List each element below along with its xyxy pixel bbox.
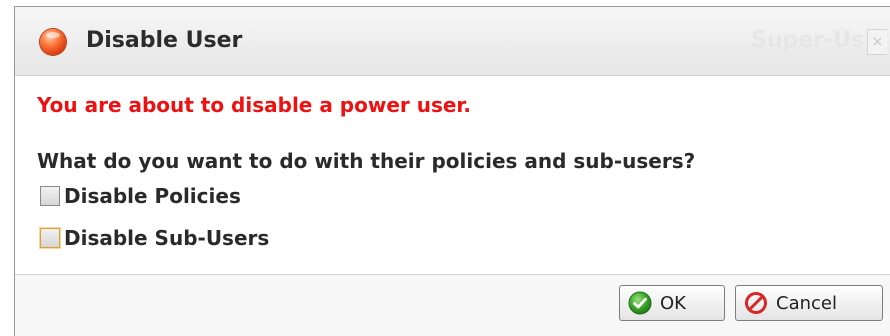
dialog-title-bar[interactable]: Disable User Super-Us × <box>15 7 890 76</box>
disable-policies-label[interactable]: Disable Policies <box>64 183 241 209</box>
question-text: What do you want to do with their polici… <box>37 149 696 173</box>
no-entry-icon <box>745 292 767 314</box>
background-window-title: Super-Us <box>751 28 865 53</box>
check-circle-icon <box>628 291 652 315</box>
disable-user-dialog: Disable User Super-Us × You are about to… <box>14 6 890 336</box>
close-button[interactable]: × <box>867 29 887 55</box>
disable-policies-checkbox[interactable] <box>40 186 60 206</box>
record-icon <box>40 29 66 55</box>
disable-sub-users-label[interactable]: Disable Sub-Users <box>64 225 269 251</box>
disable-sub-users-checkbox[interactable] <box>40 228 60 248</box>
disable-policies-option[interactable]: Disable Policies <box>40 183 241 209</box>
dialog-footer: OK Cancel <box>15 274 890 336</box>
ok-button[interactable]: OK <box>619 285 725 321</box>
cancel-button[interactable]: Cancel <box>735 285 883 321</box>
disable-sub-users-option[interactable]: Disable Sub-Users <box>40 225 269 251</box>
dialog-title: Disable User <box>86 28 243 53</box>
warning-message: You are about to disable a power user. <box>37 93 472 117</box>
cancel-label: Cancel <box>776 292 837 314</box>
ok-label: OK <box>660 292 686 314</box>
